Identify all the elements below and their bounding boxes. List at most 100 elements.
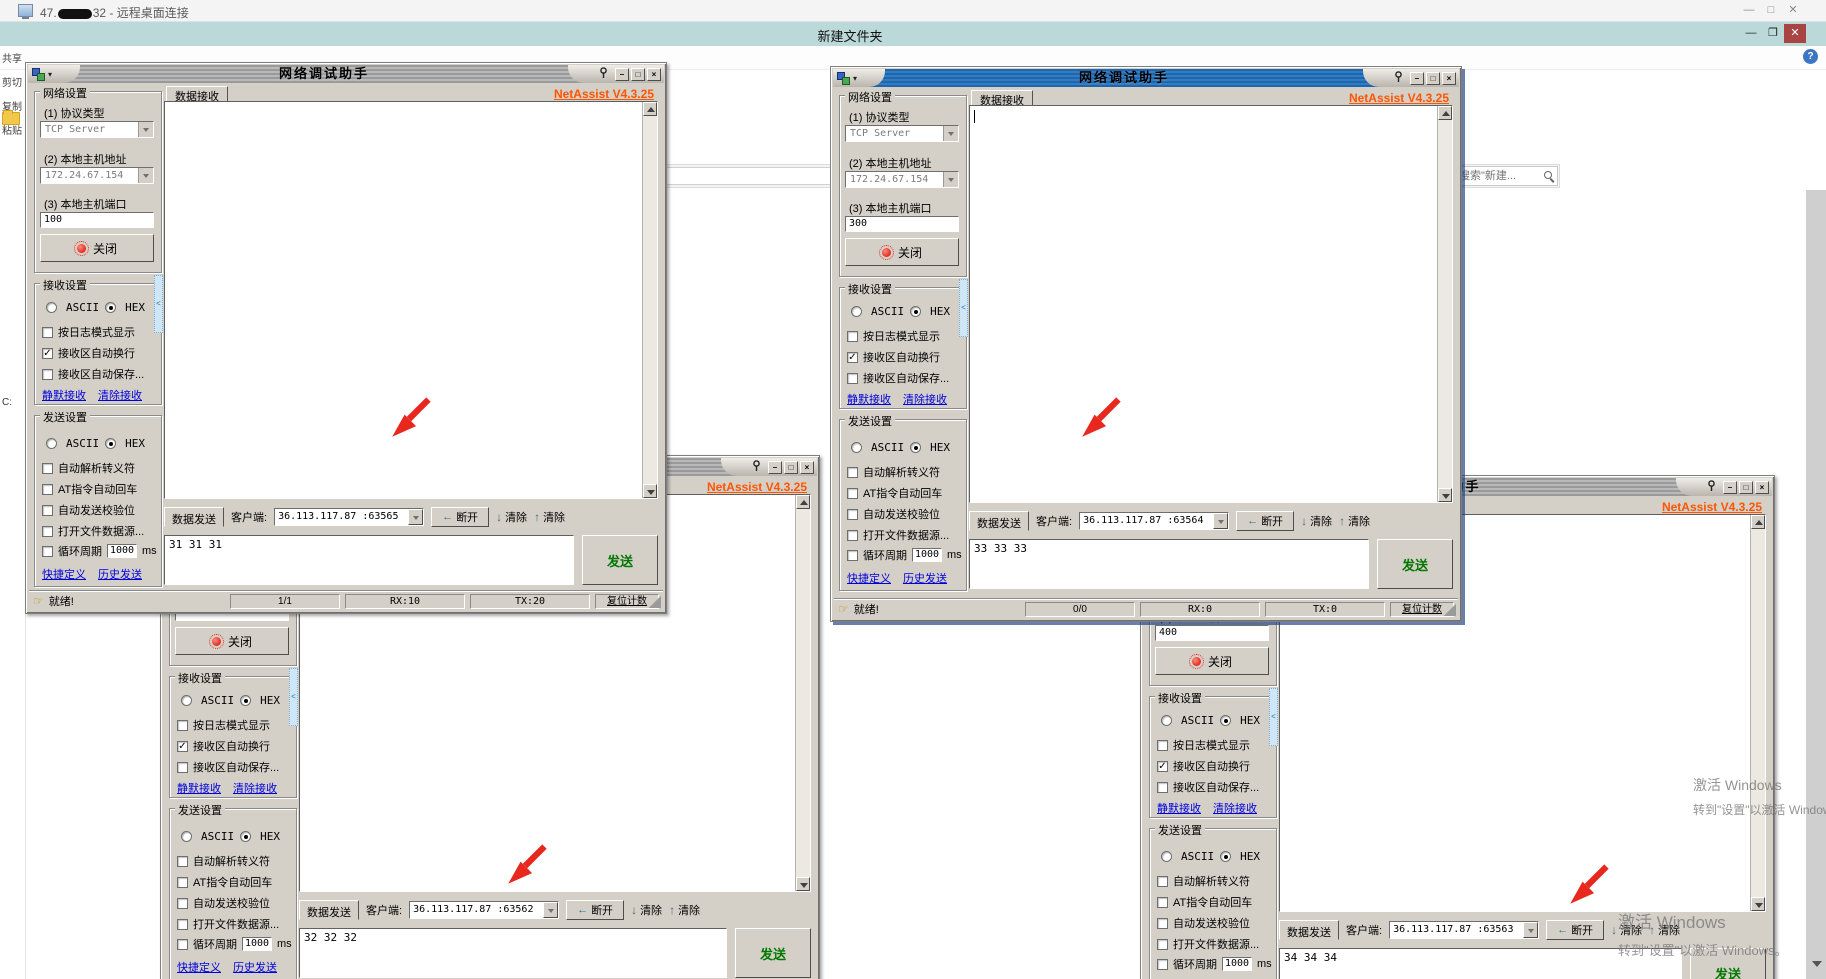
auto-save-option[interactable]: 接收区自动保存... xyxy=(1157,779,1259,795)
netassist-title-bar[interactable]: ▾ 网络调试助手 – □ × xyxy=(28,65,664,83)
explorer-close-button[interactable]: ✕ xyxy=(1784,24,1806,43)
maximize-button[interactable]: □ xyxy=(784,461,798,474)
host-address-select[interactable]: 172.24.67.154 xyxy=(40,167,154,184)
tab-data-send[interactable]: 数据发送 xyxy=(164,507,224,527)
history-send-link[interactable]: 历史发送 xyxy=(233,959,277,975)
resize-grip[interactable] xyxy=(1444,604,1456,616)
auto-checksum-option[interactable]: 自动发送校验位 xyxy=(847,506,940,522)
scroll-up-icon[interactable] xyxy=(643,102,657,116)
receive-scrollbar[interactable] xyxy=(1750,515,1765,911)
checkbox[interactable] xyxy=(42,546,53,557)
tab-data-receive[interactable]: 数据接收 xyxy=(971,90,1033,106)
netassist-version-link[interactable]: NetAssist V4.3.25 xyxy=(1662,500,1762,514)
checkbox[interactable] xyxy=(177,877,188,888)
ascii-radio[interactable] xyxy=(1161,851,1172,862)
checkbox[interactable] xyxy=(1157,897,1168,908)
checkbox-checked[interactable] xyxy=(177,741,188,752)
file-source-option[interactable]: 打开文件数据源... xyxy=(1157,936,1259,952)
disconnect-button[interactable]: ← 断开 xyxy=(431,507,489,527)
auto-save-option[interactable]: 接收区自动保存... xyxy=(42,366,144,382)
hex-radio[interactable] xyxy=(910,442,921,453)
scroll-down-icon[interactable] xyxy=(796,877,810,891)
scroll-down-icon[interactable] xyxy=(1438,488,1452,502)
chevron-down-icon[interactable] xyxy=(138,122,153,137)
cycle-option[interactable]: 循环周期 1000 ms xyxy=(847,547,962,563)
host-port-input[interactable]: 100 xyxy=(40,212,154,228)
checkbox[interactable] xyxy=(1157,939,1168,950)
at-return-option[interactable]: AT指令自动回车 xyxy=(847,485,942,501)
receive-scrollbar[interactable] xyxy=(642,102,657,498)
checkbox[interactable] xyxy=(1157,782,1168,793)
pin-icon[interactable] xyxy=(1706,480,1717,495)
minimize-button[interactable]: – xyxy=(1410,72,1424,85)
cycle-period-input[interactable]: 1000 xyxy=(242,937,272,951)
file-source-option[interactable]: 打开文件数据源... xyxy=(847,527,949,543)
escape-parse-option[interactable]: 自动解析转义符 xyxy=(42,460,135,476)
file-source-option[interactable]: 打开文件数据源... xyxy=(42,523,144,539)
checkbox[interactable] xyxy=(847,373,858,384)
ascii-radio[interactable] xyxy=(181,831,192,842)
help-icon[interactable]: ? xyxy=(1803,49,1818,64)
checkbox-checked[interactable] xyxy=(42,348,53,359)
checkbox-checked[interactable] xyxy=(1157,761,1168,772)
hex-radio[interactable] xyxy=(105,438,116,449)
at-return-option[interactable]: AT指令自动回车 xyxy=(1157,894,1252,910)
clear-receive-link[interactable]: 清除接收 xyxy=(903,391,947,407)
checkbox[interactable] xyxy=(847,530,858,541)
close-button[interactable]: × xyxy=(1442,72,1456,85)
silent-receive-link[interactable]: 静默接收 xyxy=(847,391,891,407)
clear-receive-button[interactable]: ↓ 清除 xyxy=(1301,513,1332,529)
netassist-version-link[interactable]: NetAssist V4.3.25 xyxy=(1349,91,1449,105)
host-address-select[interactable]: 172.24.67.154 xyxy=(845,171,959,188)
escape-parse-option[interactable]: 自动解析转义符 xyxy=(177,853,270,869)
clear-receive-button[interactable]: ↓ 清除 xyxy=(496,509,527,525)
checkbox[interactable] xyxy=(847,467,858,478)
tab-data-receive[interactable]: 数据接收 xyxy=(166,86,228,102)
close-connection-button[interactable]: 关闭 xyxy=(40,234,154,262)
cycle-period-input[interactable]: 1000 xyxy=(1222,957,1252,971)
system-menu[interactable]: ▾ xyxy=(28,65,80,83)
netassist-title-bar[interactable]: ▾ 网络调试助手 – □ × xyxy=(833,69,1459,87)
shortcut-define-link[interactable]: 快捷定义 xyxy=(177,959,221,975)
log-mode-option[interactable]: 按日志模式显示 xyxy=(1157,737,1250,753)
chevron-down-icon[interactable] xyxy=(543,902,558,918)
clear-send-button[interactable]: ↑ 清除 xyxy=(534,509,565,525)
chevron-down-icon[interactable] xyxy=(408,509,423,525)
chevron-down-icon[interactable] xyxy=(943,172,958,187)
close-button[interactable]: × xyxy=(800,461,814,474)
send-input-area[interactable]: 33 33 33 xyxy=(969,539,1369,589)
checkbox[interactable] xyxy=(1157,918,1168,929)
scroll-down-icon[interactable] xyxy=(643,484,657,498)
history-send-link[interactable]: 历史发送 xyxy=(98,566,142,582)
close-button[interactable]: × xyxy=(1755,481,1769,494)
silent-receive-link[interactable]: 静默接收 xyxy=(177,780,221,796)
close-button[interactable]: × xyxy=(647,68,661,81)
cycle-period-input[interactable]: 1000 xyxy=(912,548,942,562)
explorer-search-box[interactable] xyxy=(1454,166,1558,186)
pin-icon[interactable] xyxy=(1393,71,1404,86)
pin-icon[interactable] xyxy=(751,460,762,475)
checkbox[interactable] xyxy=(177,898,188,909)
log-mode-option[interactable]: 按日志模式显示 xyxy=(177,717,270,733)
escape-parse-option[interactable]: 自动解析转义符 xyxy=(1157,873,1250,889)
disconnect-button[interactable]: ← 断开 xyxy=(566,900,624,920)
panel-collapse-handle[interactable]: < xyxy=(1269,688,1278,746)
ribbon-cut-label[interactable]: 剪切 xyxy=(2,74,24,89)
hex-radio[interactable] xyxy=(240,695,251,706)
escape-parse-option[interactable]: 自动解析转义符 xyxy=(847,464,940,480)
clear-receive-link[interactable]: 清除接收 xyxy=(1213,800,1257,816)
send-input-area[interactable]: 31 31 31 xyxy=(164,535,574,585)
host-port-input[interactable]: 300 xyxy=(845,216,959,232)
at-return-option[interactable]: AT指令自动回车 xyxy=(177,874,272,890)
resize-grip[interactable] xyxy=(649,596,661,608)
minimize-button[interactable]: – xyxy=(1723,481,1737,494)
rdp-minimize-button[interactable]: — xyxy=(1738,2,1760,19)
minimize-button[interactable]: – xyxy=(615,68,629,81)
clear-send-button[interactable]: ↑ 清除 xyxy=(1339,513,1370,529)
client-select[interactable]: 36.113.117.87 :63565 xyxy=(274,508,424,526)
client-select[interactable]: 36.113.117.87 :63564 xyxy=(1079,512,1229,530)
scroll-up-icon[interactable] xyxy=(1438,106,1452,120)
checkbox[interactable] xyxy=(1157,876,1168,887)
log-mode-option[interactable]: 按日志模式显示 xyxy=(847,328,940,344)
netassist-version-link[interactable]: NetAssist V4.3.25 xyxy=(554,87,654,101)
